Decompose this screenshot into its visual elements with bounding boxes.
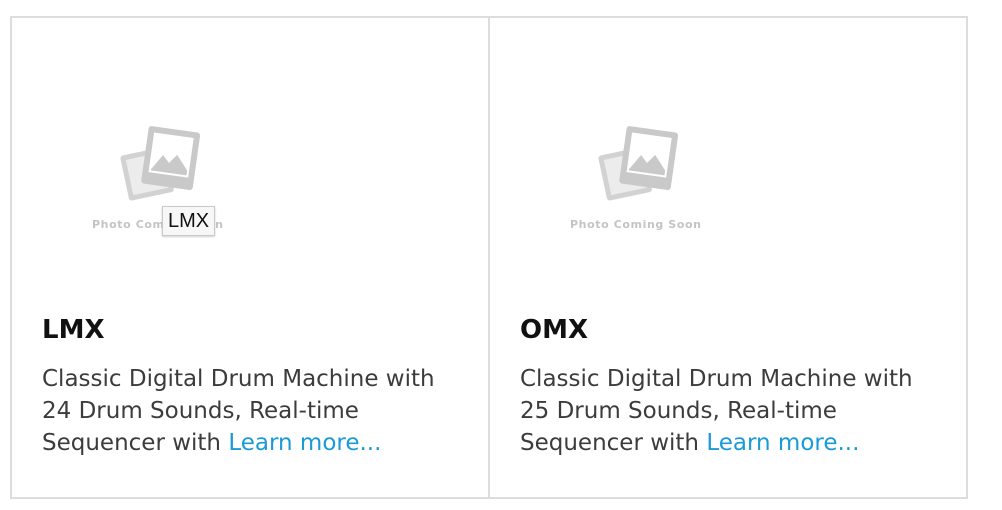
description-line: 25 Drum Sounds, Real-time [520, 398, 837, 424]
photo-placeholder-icon [598, 126, 679, 201]
description-text: Sequencer with [520, 430, 700, 456]
description-text: Sequencer with [42, 430, 222, 456]
product-card-lmx[interactable]: Photo Coming Soon LMX LMX Classic Digita… [12, 18, 488, 497]
product-description: Classic Digital Drum Machine with 25 Dru… [520, 363, 940, 459]
learn-more-link[interactable]: Learn more... [228, 430, 381, 456]
description-line: 24 Drum Sounds, Real-time [42, 398, 359, 424]
learn-more-link[interactable]: Learn more... [706, 430, 859, 456]
product-card-omx[interactable]: Photo Coming Soon OMX Classic Digital Dr… [488, 18, 966, 497]
description-line: Sequencer with Learn more... [520, 427, 940, 459]
product-title[interactable]: LMX [42, 314, 105, 346]
description-line: Sequencer with Learn more... [42, 427, 462, 459]
product-title[interactable]: OMX [520, 314, 588, 346]
photo-placeholder-icon [120, 126, 201, 201]
photo-placeholder: Photo Coming Soon [570, 123, 702, 243]
product-grid: Photo Coming Soon LMX LMX Classic Digita… [10, 16, 968, 499]
placeholder-text: Photo Coming Soon [570, 218, 702, 231]
description-line: Classic Digital Drum Machine with [42, 366, 435, 392]
product-description: Classic Digital Drum Machine with 24 Dru… [42, 363, 462, 459]
tooltip: LMX [162, 206, 216, 236]
description-line: Classic Digital Drum Machine with [520, 366, 913, 392]
